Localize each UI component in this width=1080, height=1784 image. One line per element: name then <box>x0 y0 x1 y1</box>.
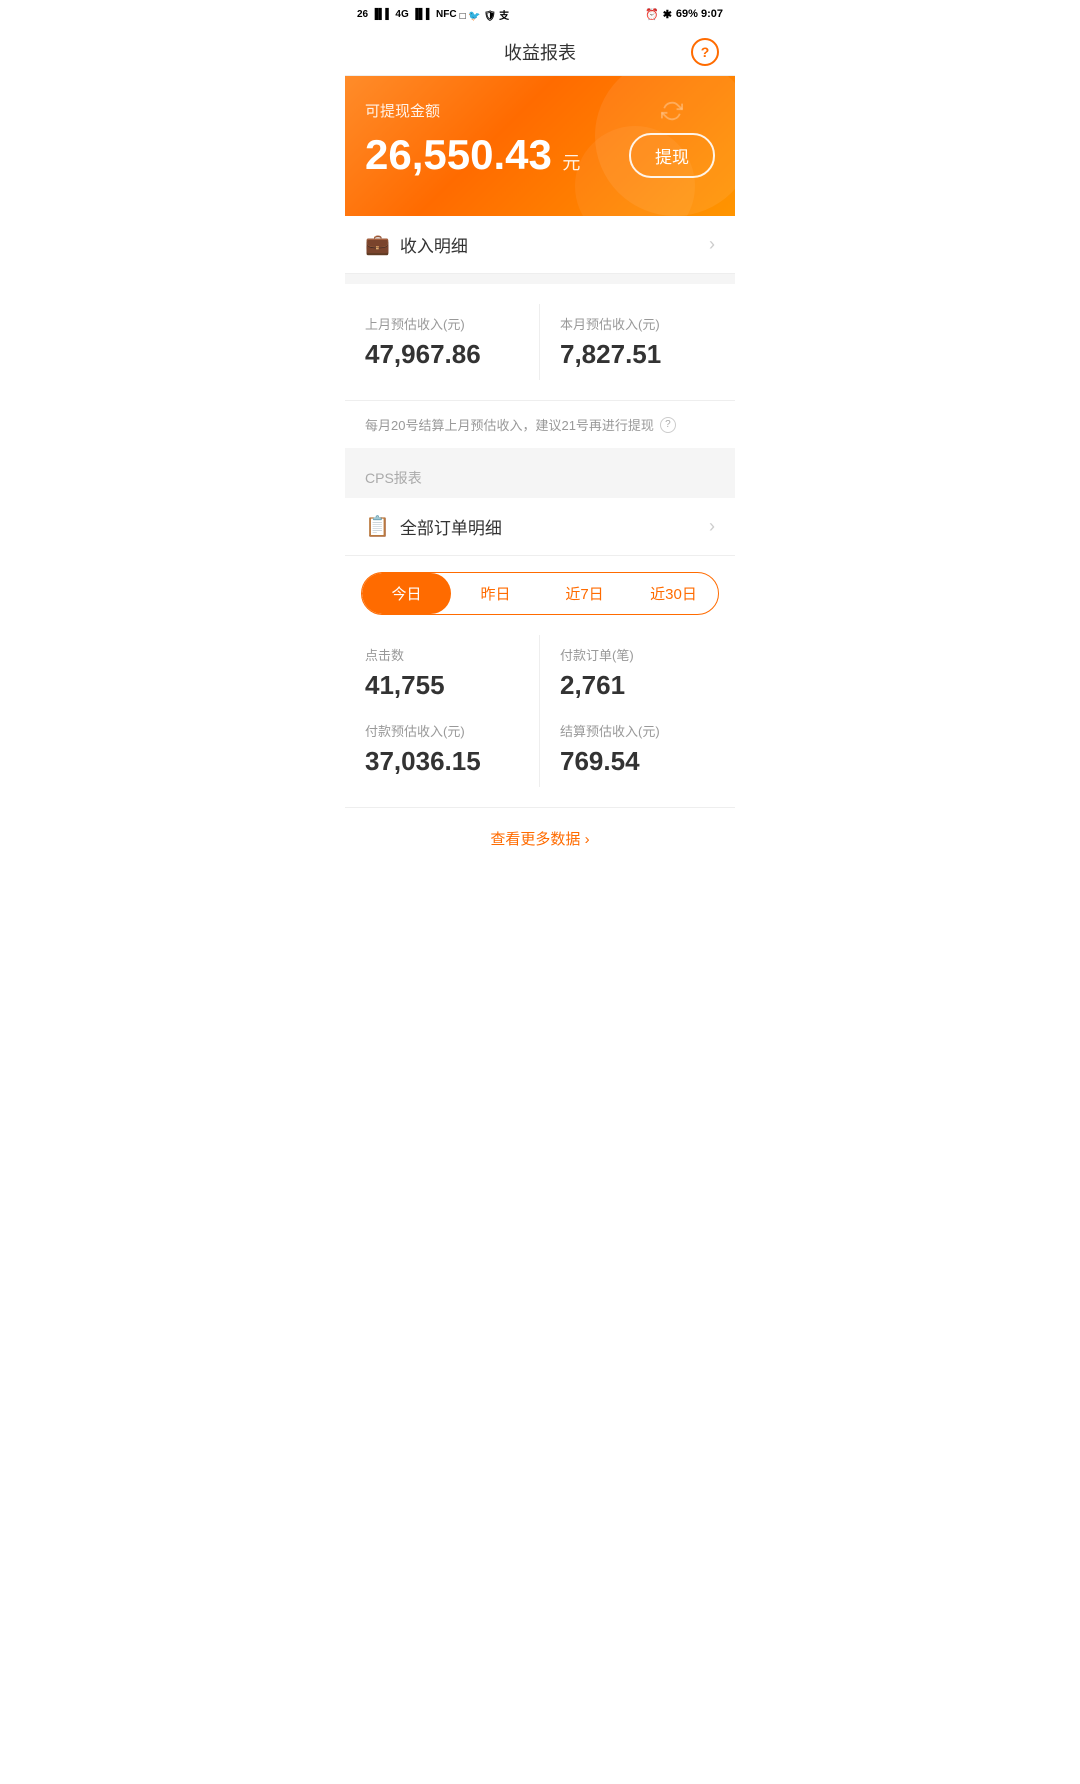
status-left: 26 ▐▌▌ 4G ▐▌▌ NFC □ 🐦 🛡 支 <box>357 7 509 22</box>
orders-count-label: 付款订单(笔) <box>560 645 715 664</box>
this-month-label: 本月预估收入(元) <box>560 314 715 333</box>
last-month-cell: 上月预估收入(元) 47,967.86 <box>365 304 540 380</box>
nfc-icon: NFC <box>436 9 457 20</box>
notification-icons: □ 🐦 🛡 支 <box>460 7 510 22</box>
bottom-link-container: 查看更多数据 › <box>345 807 735 869</box>
last-month-value: 47,967.86 <box>365 339 519 370</box>
battery-text: 69% 9:07 <box>676 8 723 20</box>
info-text: 每月20号结算上月预估收入，建议21号再进行提现 <box>365 415 654 434</box>
tab-yesterday[interactable]: 昨日 <box>451 573 540 614</box>
page-title: 收益报表 <box>504 39 576 65</box>
stats-grid: 上月预估收入(元) 47,967.86 本月预估收入(元) 7,827.51 <box>345 284 735 400</box>
tab-today[interactable]: 今日 <box>362 573 451 614</box>
bluetooth-icon: ✱ <box>663 8 672 21</box>
hero-amount-container: 26,550.43 元 <box>365 131 580 179</box>
withdraw-button[interactable]: 提现 <box>629 133 715 178</box>
signal-bars: ▐▌▌ <box>371 9 392 20</box>
refresh-icon <box>661 100 683 122</box>
income-detail-row[interactable]: 💼 收入明细 › <box>345 216 735 274</box>
signal-icon: 26 <box>357 9 368 20</box>
clicks-cell: 点击数 41,755 <box>365 635 540 711</box>
clicks-label: 点击数 <box>365 645 519 664</box>
income-label: 收入明细 <box>400 232 709 257</box>
nav-bar: 收益报表 ? <box>345 28 735 76</box>
tab-7days[interactable]: 近7日 <box>540 573 629 614</box>
tab-30days[interactable]: 近30日 <box>629 573 718 614</box>
income-icon: 💼 <box>365 232 390 257</box>
pay-est-value: 37,036.15 <box>365 746 519 777</box>
divider-2 <box>345 448 735 458</box>
signal-bars-2: ▐▌▌ <box>412 9 433 20</box>
all-orders-row[interactable]: 📋 全部订单明细 › <box>345 498 735 556</box>
status-bar: 26 ▐▌▌ 4G ▐▌▌ NFC □ 🐦 🛡 支 ⏰ ✱ 69% 9:07 <box>345 0 735 28</box>
orders-count-value: 2,761 <box>560 670 715 701</box>
clicks-value: 41,755 <box>365 670 519 701</box>
settle-est-value: 769.54 <box>560 746 715 777</box>
cps-section-header: CPS报表 <box>345 458 735 498</box>
pay-est-cell: 付款预估收入(元) 37,036.15 <box>365 711 540 787</box>
hero-amount: 26,550.43 <box>365 131 552 178</box>
last-month-label: 上月预估收入(元) <box>365 314 519 333</box>
info-help-icon[interactable]: ? <box>660 417 676 433</box>
help-button[interactable]: ? <box>691 38 719 66</box>
cps-stats: 点击数 41,755 付款订单(笔) 2,761 付款预估收入(元) 37,03… <box>345 615 735 807</box>
pay-est-label: 付款预估收入(元) <box>365 721 519 740</box>
cps-header-label: CPS报表 <box>365 470 422 486</box>
income-chevron: › <box>709 234 715 255</box>
this-month-cell: 本月预估收入(元) 7,827.51 <box>540 304 715 380</box>
settle-est-cell: 结算预估收入(元) 769.54 <box>540 711 715 787</box>
this-month-value: 7,827.51 <box>560 339 715 370</box>
4g-icon: 4G <box>395 9 408 20</box>
orders-label: 全部订单明细 <box>400 514 709 539</box>
hero-banner: 可提现金额 26,550.43 元 提现 <box>345 76 735 216</box>
orders-icon: 📋 <box>365 514 390 539</box>
hero-unit: 元 <box>562 153 580 173</box>
hero-amount-row: 26,550.43 元 提现 <box>365 131 715 179</box>
tab-bar: 今日 昨日 近7日 近30日 <box>361 572 719 615</box>
alarm-icon: ⏰ <box>645 8 659 21</box>
divider-1 <box>345 274 735 284</box>
info-note: 每月20号结算上月预估收入，建议21号再进行提现 ? <box>345 400 735 448</box>
orders-count-cell: 付款订单(笔) 2,761 <box>540 635 715 711</box>
status-right: ⏰ ✱ 69% 9:07 <box>645 8 723 21</box>
more-data-link[interactable]: 查看更多数据 › <box>490 828 589 849</box>
settle-est-label: 结算预估收入(元) <box>560 721 715 740</box>
orders-chevron: › <box>709 516 715 537</box>
